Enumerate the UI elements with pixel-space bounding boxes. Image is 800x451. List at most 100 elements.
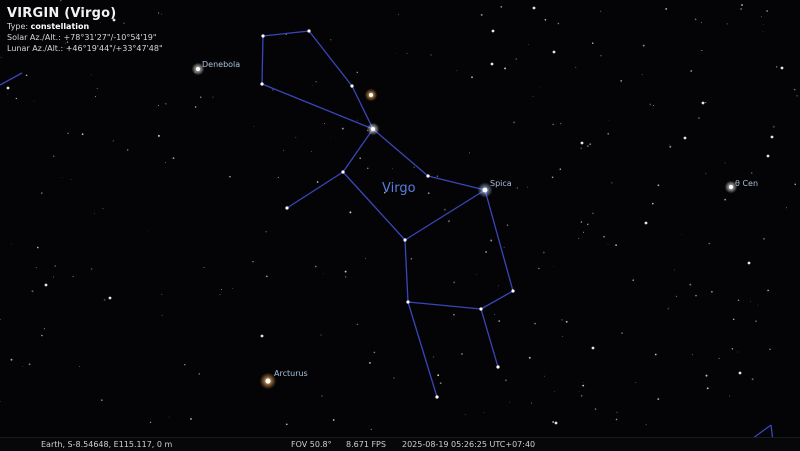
background-star (551, 176, 554, 179)
background-star (594, 408, 597, 410)
background-star (607, 133, 609, 135)
background-star (654, 353, 657, 356)
star (260, 334, 264, 338)
star (701, 101, 705, 105)
star-theta-cen (729, 185, 733, 189)
background-star (708, 243, 710, 245)
status-bar: Earth, S-8.54648, E115.117, 0 m FOV 50.8… (0, 437, 800, 451)
star-label-denebola: Denebola (202, 60, 241, 69)
background-star (165, 162, 167, 164)
background-star (769, 348, 771, 350)
background-star (11, 243, 12, 245)
datetime-readout[interactable]: 2025-08-19 05:26:25 UTC+07:40 (402, 440, 535, 449)
background-star (41, 192, 43, 194)
constellation-line (407, 301, 482, 310)
background-star (561, 319, 563, 321)
background-star (321, 395, 323, 397)
fov-readout: FOV 50.8° (291, 440, 332, 449)
background-star (635, 382, 637, 383)
background-star (22, 366, 23, 367)
background-star (695, 295, 697, 297)
background-star (645, 424, 647, 426)
star (479, 307, 483, 311)
sky-canvas[interactable] (0, 0, 800, 450)
star (261, 34, 265, 38)
background-star (762, 31, 764, 33)
background-star (79, 365, 81, 367)
background-star (253, 126, 255, 127)
object-info-panel: VIRGIN (Virgo) Type: constellation Solar… (7, 6, 163, 54)
background-star (580, 147, 583, 150)
background-star (516, 187, 519, 189)
background-star (370, 428, 372, 431)
background-star (101, 399, 103, 401)
background-star (509, 401, 510, 403)
constellation-line (407, 301, 438, 398)
star (683, 136, 687, 140)
star (496, 365, 500, 369)
background-star (126, 149, 129, 151)
star (580, 141, 584, 145)
background-star (310, 150, 312, 152)
background-star (198, 373, 201, 375)
sky-view[interactable]: Virgo Denebola Spica Arcturus θ Cen (0, 0, 800, 450)
background-star (750, 172, 753, 174)
background-star (503, 246, 505, 249)
background-star (615, 418, 618, 421)
background-star (349, 211, 352, 214)
background-star (330, 136, 332, 138)
background-star (406, 52, 408, 54)
background-star (515, 58, 517, 60)
background-star (356, 71, 359, 74)
background-star (528, 44, 530, 45)
star (591, 346, 595, 350)
constellation-line (286, 171, 344, 209)
background-star (701, 21, 702, 23)
star (285, 206, 289, 210)
background-star (498, 320, 501, 322)
background-star (15, 97, 17, 100)
background-star (642, 44, 645, 47)
background-star (365, 258, 367, 259)
background-star (527, 186, 529, 188)
star-spica (482, 187, 488, 193)
background-star (615, 244, 617, 246)
star-label-theta-cen: θ Cen (735, 179, 759, 188)
location-readout[interactable]: Earth, S-8.54648, E115.117, 0 m (41, 440, 172, 449)
background-star (323, 123, 326, 125)
background-star (506, 224, 509, 226)
constellation-line (308, 30, 353, 87)
background-star (410, 257, 413, 260)
background-star (793, 88, 796, 91)
background-star (480, 13, 483, 16)
background-star (315, 81, 317, 83)
star (738, 371, 742, 375)
background-star (95, 96, 97, 98)
background-star (757, 304, 759, 306)
background-star (53, 155, 55, 157)
constellation-line (404, 189, 486, 241)
background-star (504, 67, 507, 70)
background-star (580, 394, 583, 397)
background-star (203, 266, 205, 269)
star (435, 395, 439, 399)
background-star (565, 320, 568, 323)
background-star (732, 318, 735, 320)
background-star (413, 166, 415, 168)
background-star (513, 121, 516, 124)
star (491, 29, 495, 33)
background-star (36, 246, 39, 249)
background-star (740, 8, 743, 10)
background-star (345, 276, 347, 278)
background-star (681, 234, 682, 235)
background-star (96, 87, 98, 90)
background-star (587, 223, 589, 226)
background-star (232, 288, 234, 289)
background-star (583, 382, 584, 384)
background-star (229, 175, 231, 178)
background-star (608, 119, 610, 121)
background-star (669, 145, 672, 148)
background-star (0, 56, 2, 59)
background-star (775, 66, 778, 68)
background-star (544, 19, 547, 21)
